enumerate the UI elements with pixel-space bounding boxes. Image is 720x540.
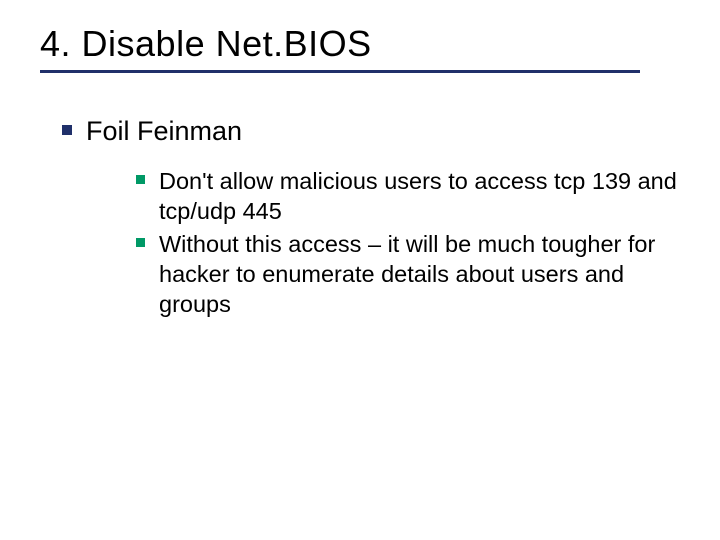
square-bullet-icon <box>136 175 145 184</box>
list-item: Foil Feinman <box>62 115 680 149</box>
slide-title: 4. Disable Net.BIOS <box>40 24 680 64</box>
slide: 4. Disable Net.BIOS Foil Feinman Don't a… <box>0 0 720 540</box>
square-bullet-icon <box>62 125 72 135</box>
title-underline <box>40 70 640 73</box>
list-item-text: Without this access – it will be much to… <box>159 229 679 319</box>
list-item: Without this access – it will be much to… <box>136 229 680 319</box>
square-bullet-icon <box>136 238 145 247</box>
list-item: Don't allow malicious users to access tc… <box>136 166 680 226</box>
list-item-text: Foil Feinman <box>86 115 242 149</box>
list-item-text: Don't allow malicious users to access tc… <box>159 166 679 226</box>
bullet-list-level1: Foil Feinman <box>62 115 680 149</box>
bullet-list-level2: Don't allow malicious users to access tc… <box>136 166 680 318</box>
